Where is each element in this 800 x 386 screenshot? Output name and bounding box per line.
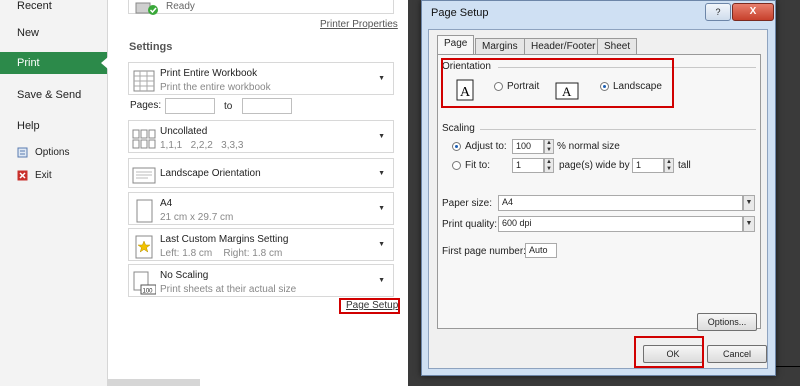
fit-to-label: Fit to: xyxy=(465,160,491,171)
margins-star-icon xyxy=(135,235,153,259)
print-what-title: Print Entire Workbook xyxy=(160,68,258,79)
chevron-down-icon: ▼ xyxy=(378,241,385,248)
nav-help[interactable]: Help xyxy=(0,115,107,137)
printer-icon xyxy=(135,2,158,15)
selected-arrow-icon xyxy=(101,57,108,69)
collation-title: Uncollated xyxy=(160,126,208,137)
chevron-down-icon: ▼ xyxy=(378,133,385,140)
dialog-body: Page Margins Header/Footer Sheet Orienta… xyxy=(428,29,768,369)
cancel-button[interactable]: Cancel xyxy=(707,345,767,363)
tab-margins[interactable]: Margins xyxy=(475,38,525,54)
nav-save-send[interactable]: Save & Send xyxy=(0,84,107,106)
margins-sub: Left: 1.8 cm Right: 1.8 cm xyxy=(160,248,283,259)
paper-title: A4 xyxy=(160,198,173,209)
page-setup-highlight xyxy=(339,298,400,314)
first-page-label: First page number: xyxy=(442,246,526,257)
scaling-title: No Scaling xyxy=(160,270,209,281)
fit-tall-label: tall xyxy=(678,160,691,171)
orientation-title: Landscape Orientation xyxy=(160,168,261,179)
scaling-separator xyxy=(480,129,756,130)
collation-sub: 1,1,1 2,2,2 3,3,3 xyxy=(160,140,244,151)
chevron-down-icon: ▼ xyxy=(378,169,385,177)
print-quality-label: Print quality: xyxy=(442,219,498,230)
paper-icon xyxy=(136,199,153,223)
scaling-dropdown[interactable]: 100 No Scaling Print sheets at their act… xyxy=(128,264,394,297)
margins-dropdown[interactable]: Last Custom Margins Setting Left: 1.8 cm… xyxy=(128,228,394,261)
settings-heading: Settings xyxy=(129,41,173,53)
backstage-nav: Recent New Print Save & Send Help Option… xyxy=(0,0,108,386)
nav-options[interactable]: Options xyxy=(0,142,107,164)
print-settings-pane: Ready Printer Properties Settings Print … xyxy=(108,0,408,386)
printer-properties-link[interactable]: Printer Properties xyxy=(320,19,398,30)
adjust-to-input[interactable]: 100 xyxy=(512,139,544,154)
paper-sub: 21 cm x 29.7 cm xyxy=(160,212,234,223)
pages-label: Pages: xyxy=(130,100,162,111)
landscape-page-icon xyxy=(132,167,156,184)
chevron-down-icon: ▼ xyxy=(378,205,385,212)
print-quality-select[interactable]: 600 dpi xyxy=(498,216,743,232)
nav-print-label: Print xyxy=(17,57,40,69)
print-quality-dropdown-arrow[interactable]: ▼ xyxy=(743,216,755,232)
pages-to-input[interactable] xyxy=(242,98,292,114)
printer-status: Ready xyxy=(166,1,195,12)
tab-page[interactable]: Page xyxy=(437,35,475,54)
tab-sheet[interactable]: Sheet xyxy=(597,38,638,54)
adjust-to-label: Adjust to: xyxy=(465,141,507,152)
paper-size-dropdown-arrow[interactable]: ▼ xyxy=(743,195,755,211)
chevron-down-icon: ▼ xyxy=(378,75,385,82)
help-button[interactable]: ? xyxy=(705,3,731,21)
scaling-label: Scaling xyxy=(442,123,475,134)
print-what-sub: Print the entire workbook xyxy=(160,82,271,93)
pages-from-input[interactable] xyxy=(165,98,215,114)
collation-dropdown[interactable]: Uncollated 1,1,1 2,2,2 3,3,3 ▼ xyxy=(128,120,394,153)
orientation-highlight xyxy=(441,58,674,108)
ok-highlight xyxy=(634,336,704,368)
pages-to-label: to xyxy=(224,101,233,112)
fit-to-radio[interactable] xyxy=(452,161,461,170)
preview-edge-line xyxy=(776,366,800,367)
workbook-icon xyxy=(133,70,155,92)
printer-selector[interactable]: Ready xyxy=(128,0,394,15)
scaling-sub: Print sheets at their actual size xyxy=(160,284,297,295)
fit-wide-input[interactable]: 1 xyxy=(512,158,544,173)
nav-recent[interactable]: Recent xyxy=(0,0,107,17)
no-scaling-icon: 100 xyxy=(133,271,156,295)
close-button[interactable]: X xyxy=(732,3,774,21)
fit-tall-spinner[interactable]: ▲ ▼ xyxy=(664,158,674,173)
paper-size-dropdown[interactable]: A4 21 cm x 29.7 cm ▼ xyxy=(128,192,394,225)
fit-wide-spinner[interactable]: ▲ ▼ xyxy=(544,158,554,173)
options-button[interactable]: Options... xyxy=(697,313,757,331)
page-setup-dialog: Page Setup ? X Page Margins Header/Foote… xyxy=(421,0,776,376)
orientation-dropdown[interactable]: Landscape Orientation ▼ xyxy=(128,158,394,188)
adjust-to-radio[interactable] xyxy=(452,142,461,151)
bottom-scroll-strip xyxy=(108,379,200,386)
tab-header-footer[interactable]: Header/Footer xyxy=(524,38,603,54)
nav-print[interactable]: Print xyxy=(0,52,108,74)
adjust-to-unit: % normal size xyxy=(557,141,620,152)
paper-size-select[interactable]: A4 xyxy=(498,195,743,211)
no-scaling-icon-text: 100 xyxy=(143,289,154,295)
margins-title: Last Custom Margins Setting xyxy=(160,234,289,245)
dialog-title: Page Setup xyxy=(431,7,489,19)
paper-size-label: Paper size: xyxy=(442,198,493,209)
fit-wide-label: page(s) wide by xyxy=(559,160,630,171)
fit-tall-input[interactable]: 1 xyxy=(632,158,664,173)
nav-new[interactable]: New xyxy=(0,22,107,44)
chevron-down-icon: ▼ xyxy=(378,277,385,284)
adjust-to-spinner[interactable]: ▲ ▼ xyxy=(544,139,554,154)
first-page-input[interactable]: Auto xyxy=(525,243,557,258)
nav-exit[interactable]: Exit xyxy=(0,165,107,187)
collate-icon xyxy=(132,129,156,149)
print-what-dropdown[interactable]: Print Entire Workbook Print the entire w… xyxy=(128,62,394,95)
